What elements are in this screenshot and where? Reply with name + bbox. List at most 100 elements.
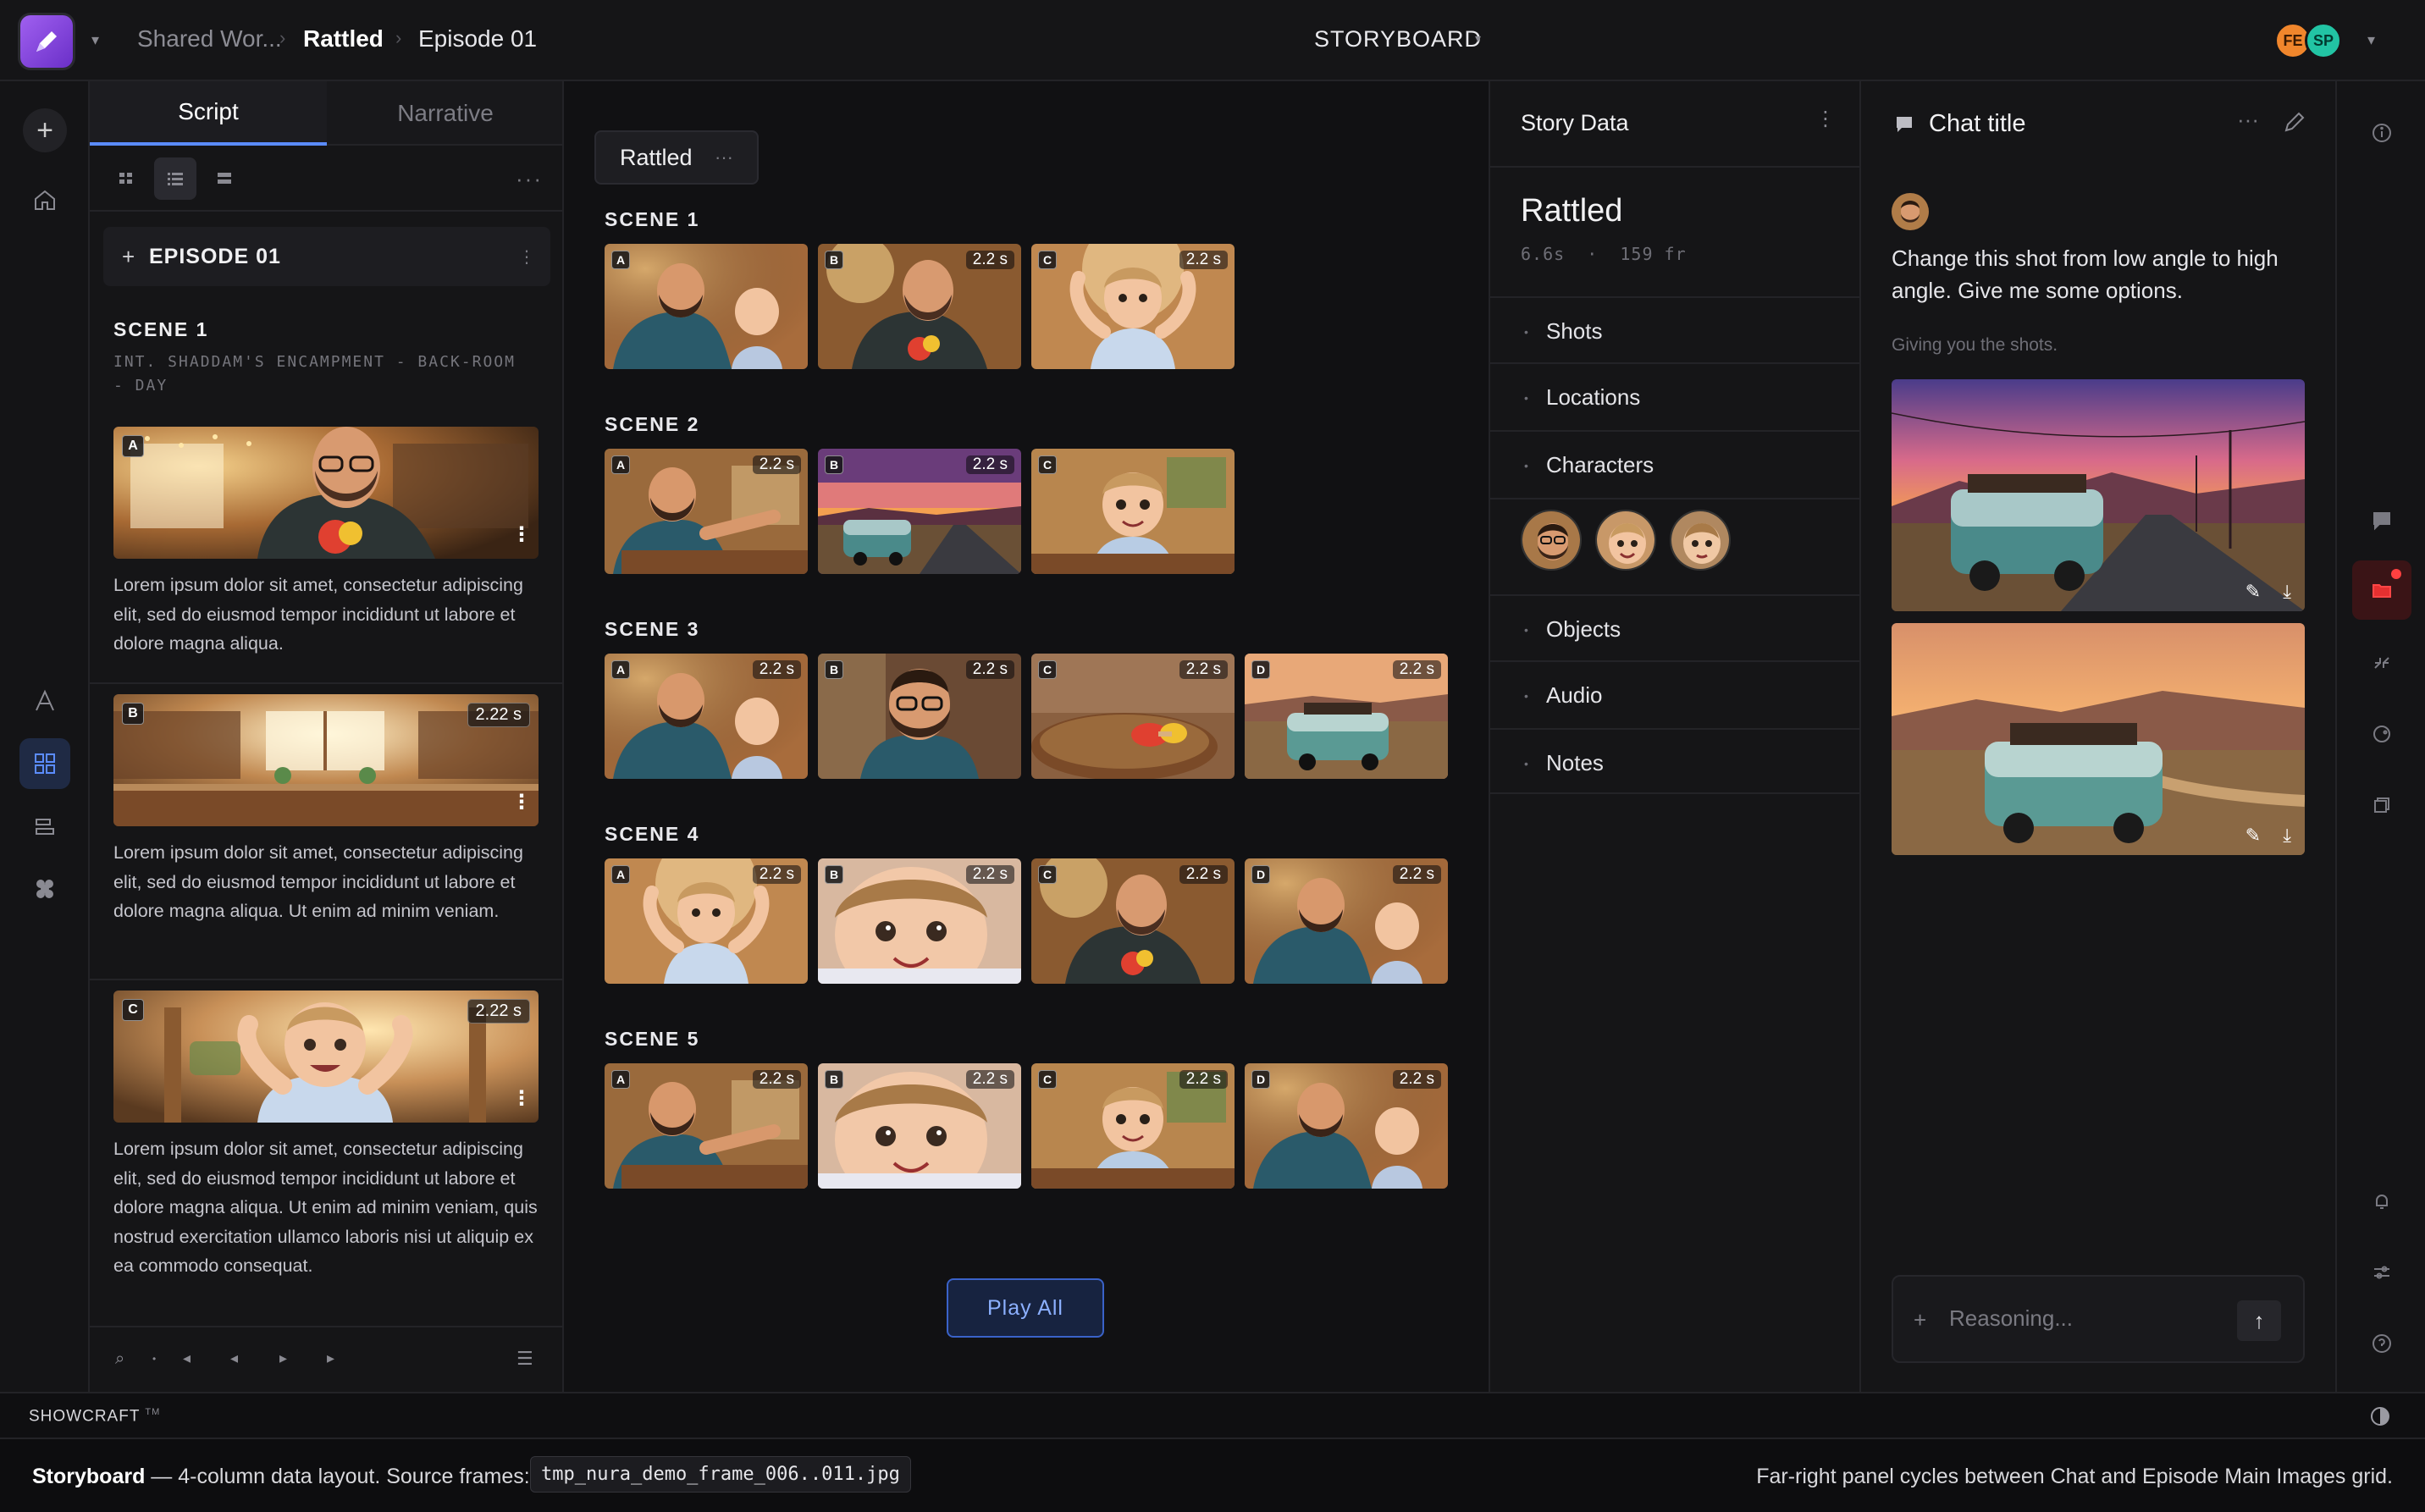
- download-icon[interactable]: ⤓: [2283, 581, 2291, 603]
- storyboard-shot-a[interactable]: A 2.2 s: [605, 449, 808, 574]
- attach-plus-icon[interactable]: +: [1914, 1307, 1926, 1333]
- episode-kebab-icon[interactable]: ⋮: [518, 246, 535, 268]
- chat-input-box[interactable]: + Reasoning... ↑: [1892, 1275, 2305, 1363]
- edit-pencil-icon[interactable]: ✎: [2245, 825, 2261, 847]
- shot-letter-badge: C: [1038, 455, 1057, 474]
- shot-kebab-icon[interactable]: ⋮: [511, 522, 532, 547]
- prev-page-icon[interactable]: ◂: [230, 1349, 238, 1367]
- chat-bubble-icon: [2373, 512, 2390, 531]
- shot-kebab-icon[interactable]: ⋮: [511, 790, 532, 814]
- last-page-icon[interactable]: ▸: [327, 1349, 334, 1367]
- character-avatar-baby[interactable]: [1595, 510, 1656, 571]
- script-shot-b[interactable]: B 2.22 s ⋮: [113, 694, 539, 826]
- settings-sliders-button[interactable]: [2352, 1243, 2411, 1302]
- home-button[interactable]: [19, 174, 70, 225]
- menu-icon[interactable]: ☰: [516, 1348, 533, 1370]
- app-logo[interactable]: [20, 15, 73, 68]
- script-shot-a[interactable]: A ⋮: [113, 427, 539, 559]
- storyboard-shot-d[interactable]: D 2.2 s: [1245, 858, 1448, 984]
- play-all-button[interactable]: Play All: [947, 1278, 1104, 1338]
- storyboard-shot-c[interactable]: C 2.2 s: [1031, 244, 1235, 369]
- title-chevron-down-icon[interactable]: ▾: [1475, 31, 1481, 46]
- tab-narrative[interactable]: Narrative: [327, 81, 562, 146]
- section-locations[interactable]: • Locations: [1490, 362, 1861, 428]
- project-chip[interactable]: Rattled ···: [594, 130, 759, 185]
- chat-title[interactable]: Chat title: [1929, 110, 2025, 138]
- info-button[interactable]: [2352, 103, 2411, 163]
- storyboard-shot-b[interactable]: B 2.2 s: [818, 858, 1021, 984]
- storyboard-shot-b[interactable]: B 2.2 s: [818, 1063, 1021, 1189]
- palette-button[interactable]: [2352, 704, 2411, 764]
- transitions-button[interactable]: [2352, 633, 2411, 693]
- new-item-button[interactable]: +: [23, 108, 67, 152]
- chat-toggle-button[interactable]: [2352, 491, 2411, 550]
- folder-button[interactable]: [2352, 560, 2411, 620]
- storyboard-grid-button[interactable]: [19, 738, 70, 789]
- storyboard-shot-b[interactable]: B 2.2 s: [818, 244, 1021, 369]
- avatar-sp[interactable]: SP: [2305, 22, 2342, 59]
- storyboard-shot-c[interactable]: C: [1031, 449, 1235, 574]
- download-icon[interactable]: ⤓: [2283, 825, 2291, 847]
- storyboard-shot-b[interactable]: B 2.2 s: [818, 449, 1021, 574]
- edit-pencil-icon[interactable]: ✎: [2245, 581, 2261, 603]
- character-avatar-dad[interactable]: [1521, 510, 1582, 571]
- storyboard-shot-a[interactable]: A 2.2 s: [605, 858, 808, 984]
- notifications-button[interactable]: [2352, 1172, 2411, 1231]
- breadcrumb-workspace[interactable]: Shared Wor...: [137, 25, 282, 52]
- script-shot-c[interactable]: C 2.22 s ⋮: [113, 991, 539, 1123]
- help-button[interactable]: [2352, 1314, 2411, 1373]
- shot-duration: 2.2 s: [752, 455, 801, 474]
- project-chip-ellipsis-icon[interactable]: ···: [715, 146, 733, 168]
- shot-duration: 2.22 s: [467, 999, 530, 1024]
- result-image-1[interactable]: ✎ ⤓: [1892, 379, 2305, 611]
- tab-script[interactable]: Script: [90, 81, 327, 146]
- more-options-button[interactable]: ···: [508, 157, 550, 200]
- account-chevron-down-icon[interactable]: ▾: [2367, 31, 2375, 49]
- storyboard-shot-a[interactable]: A: [605, 244, 808, 369]
- chat-more-icon[interactable]: ···: [2237, 107, 2259, 133]
- send-button[interactable]: ↑: [2237, 1300, 2281, 1341]
- storyboard-shot-a[interactable]: A 2.2 s: [605, 654, 808, 779]
- first-page-icon[interactable]: ◂: [183, 1349, 191, 1367]
- storyboard-shot-c[interactable]: C 2.2 s: [1031, 1063, 1235, 1189]
- assets-button[interactable]: [19, 864, 70, 914]
- storyboard-shot-c[interactable]: C 2.2 s: [1031, 858, 1235, 984]
- page-title[interactable]: STORYBOARD: [1314, 26, 1482, 52]
- search-icon[interactable]: ⌕: [115, 1349, 124, 1369]
- workspace-chevron-down-icon[interactable]: ▾: [91, 31, 99, 49]
- character-avatar-baby-alt[interactable]: [1670, 510, 1731, 571]
- storyboard-shot-b[interactable]: B 2.2 s: [818, 654, 1021, 779]
- contrast-icon[interactable]: [2369, 1405, 2391, 1427]
- edit-pencil-icon[interactable]: [2283, 110, 2306, 134]
- breadcrumb-episode[interactable]: Episode 01: [418, 25, 537, 52]
- result-image-2[interactable]: ✎ ⤓: [1892, 623, 2305, 855]
- rows-view-button[interactable]: [203, 157, 246, 200]
- copy-button[interactable]: [2352, 775, 2411, 835]
- section-characters[interactable]: • Characters: [1490, 430, 1861, 499]
- scene-title: SCENE 1: [605, 208, 700, 230]
- timeline-button[interactable]: [19, 801, 70, 852]
- chat-input-placeholder[interactable]: Reasoning...: [1949, 1305, 2073, 1332]
- storyboard-shot-d[interactable]: D 2.2 s: [1245, 1063, 1448, 1189]
- grid-view-button[interactable]: [105, 157, 147, 200]
- script-tabs: Script Narrative: [90, 81, 562, 146]
- baby-alt-portrait-image: [1671, 511, 1729, 569]
- shot-kebab-icon[interactable]: ⋮: [511, 1086, 532, 1111]
- episode-header[interactable]: + EPISODE 01 ⋮: [103, 227, 550, 286]
- story-data-kebab-icon[interactable]: ⋮: [1815, 107, 1836, 131]
- typography-button[interactable]: [19, 676, 70, 726]
- storyboard-shot-d[interactable]: D 2.2 s: [1245, 654, 1448, 779]
- storyboard-shot-c[interactable]: C 2.2 s: [1031, 654, 1235, 779]
- section-shots[interactable]: • Shots: [1490, 296, 1861, 362]
- section-audio[interactable]: • Audio: [1490, 660, 1861, 726]
- section-notes[interactable]: • Notes: [1490, 728, 1861, 794]
- breadcrumb-project[interactable]: Rattled: [303, 25, 384, 52]
- storyboard-shot-a[interactable]: A 2.2 s: [605, 1063, 808, 1189]
- divider: [90, 979, 562, 980]
- footer-right-note: Far-right panel cycles between Chat and …: [1756, 1465, 2393, 1488]
- list-view-button[interactable]: [154, 157, 196, 200]
- expand-plus-icon[interactable]: +: [122, 244, 135, 270]
- section-objects[interactable]: • Objects: [1490, 594, 1861, 660]
- next-page-icon[interactable]: ▸: [279, 1349, 287, 1367]
- storyboard-canvas: Rattled ··· SCENE 1 A B 2.2 s C 2.2 s SC…: [564, 81, 1490, 1392]
